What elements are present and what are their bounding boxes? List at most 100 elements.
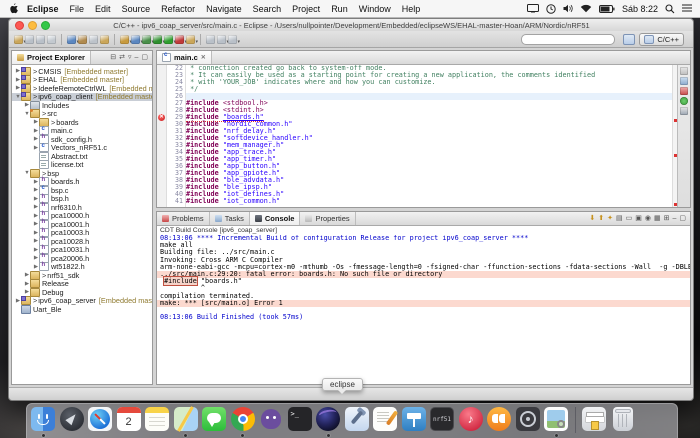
profile-button[interactable]: ▾ <box>175 34 187 44</box>
external-tools-button[interactable]: ▾ <box>186 34 198 44</box>
dock-item-itunes[interactable]: ♪ <box>458 407 483 431</box>
editor-code[interactable]: * connection created go back to system-o… <box>186 65 672 207</box>
collapse-all-icon[interactable]: ⊟ <box>110 54 116 61</box>
tab-properties[interactable]: Properties <box>300 212 356 225</box>
dock-item-github-desktop[interactable] <box>259 407 283 431</box>
tree-item-cmsis[interactable]: ▶ > CMSIS [Embedded master] <box>12 66 152 76</box>
tree-item-wt51822-h[interactable]: ▶wt51822.h <box>12 262 152 272</box>
search-button[interactable] <box>100 34 109 44</box>
dock-item-media-wheel-app[interactable] <box>515 407 540 431</box>
open-perspective-icon[interactable] <box>623 33 636 45</box>
tree-item-bsp-c[interactable]: ▶bsp.c <box>12 185 152 195</box>
forward-button[interactable]: ▾ <box>228 34 240 44</box>
clock-icon[interactable] <box>546 3 556 14</box>
coverage-button[interactable]: ▾ <box>153 34 165 44</box>
dock-item-safari[interactable] <box>88 407 112 431</box>
tree-item-includes[interactable]: ▶ Includes <box>12 100 152 110</box>
tree-item-bsp[interactable]: ▼ > bsp <box>12 168 152 178</box>
menubar-clock[interactable]: Sáb 8:22 <box>622 4 658 14</box>
battery-icon[interactable] <box>598 4 615 13</box>
tree-item-nrf51-sdk[interactable]: ▶ > nrf51_sdk <box>12 270 152 280</box>
tree-item-boards[interactable]: ▶ > boards <box>12 117 152 127</box>
skip-breakpoints-button[interactable]: ▾ <box>67 34 79 44</box>
tree-item-bsp-h[interactable]: ▶bsp.h <box>12 194 152 204</box>
dock-item-maps[interactable] <box>173 407 198 437</box>
menu-item-refactor[interactable]: Refactor <box>161 4 195 14</box>
dock-item-trash[interactable] <box>612 407 633 431</box>
menu-item-window[interactable]: Window <box>359 4 391 14</box>
dock-item-messages[interactable] <box>202 407 226 431</box>
overview-error-mark[interactable] <box>673 202 677 206</box>
dock-item-pages[interactable] <box>373 407 397 431</box>
view-menu-icon[interactable]: ▿ <box>128 54 132 61</box>
error-marker-icon[interactable]: ✕ <box>158 114 165 121</box>
quick-access-field[interactable] <box>521 33 616 45</box>
export-log-icon[interactable]: ▤ <box>616 215 623 222</box>
menu-item-help[interactable]: Help <box>402 4 421 14</box>
dock-item-preview[interactable] <box>544 407 568 437</box>
dock-item-ibooks[interactable] <box>487 407 511 431</box>
dock-item-terminal[interactable]: >_ <box>287 407 312 431</box>
tree-item-ipv6-coap-client[interactable]: ▼>ipv6_coap_client[Embedded master] <box>12 92 152 102</box>
dock-item-chrome[interactable] <box>230 407 255 437</box>
tab-project-explorer[interactable]: Project Explorer <box>12 51 91 64</box>
tree-item-boards-h[interactable]: ▶boards.h <box>12 177 152 187</box>
dock-item-launchpad[interactable] <box>59 407 84 431</box>
tree-item-src[interactable]: ▼ > src <box>12 109 152 119</box>
dock-item-calendar[interactable]: 2 <box>116 407 141 431</box>
tab-console[interactable]: Console <box>249 212 301 225</box>
dock-item-notes[interactable] <box>145 407 169 431</box>
tree-item-pca10003-h[interactable]: ▶pca10003.h <box>12 228 152 238</box>
run-view-icon[interactable] <box>680 97 688 105</box>
display-console-icon[interactable]: ▦ <box>654 215 661 222</box>
tree-item-nrf6310-h[interactable]: ▶nrf6310.h <box>12 202 152 212</box>
display-icon[interactable] <box>526 4 539 13</box>
link-with-editor-icon[interactable]: ⇄ <box>119 54 125 61</box>
dock-item-nrf51-datasheet[interactable]: nrf51 <box>430 407 454 431</box>
overview-error-mark[interactable] <box>673 154 677 158</box>
tree-item-main-c[interactable]: ▶main.c <box>12 126 152 136</box>
minimize-icon[interactable]: – <box>134 54 138 61</box>
editor-overview-ruler[interactable] <box>672 65 677 207</box>
wifi-icon[interactable] <box>580 4 592 13</box>
menu-item-eclipse[interactable]: Eclipse <box>27 4 59 14</box>
tree-item-pca10001-h[interactable]: ▶pca10001.h <box>12 219 152 229</box>
tree-item-ehal[interactable]: ▶ > EHAL [Embedded master] <box>12 75 152 85</box>
minimize-window-button[interactable] <box>28 20 37 30</box>
new-c-project-button[interactable]: ▾ <box>120 34 132 44</box>
scroll-lock-icon[interactable]: ▣ <box>635 215 642 222</box>
tree-item-uart-ble[interactable]: Uart_Ble <box>12 304 152 314</box>
menu-item-run[interactable]: Run <box>331 4 348 14</box>
dropdown-arrow-icon[interactable]: ▾ <box>237 39 240 44</box>
tree-item-vectors-nrf51-c[interactable]: ▶Vectors_nRF51.c <box>12 143 152 153</box>
apple-menu-icon[interactable] <box>9 3 18 14</box>
tree-item-release[interactable]: ▶ Release <box>12 279 152 289</box>
perspective-cc-button[interactable]: C/C++ <box>639 32 684 46</box>
documents-view-icon[interactable] <box>680 107 688 115</box>
show-error-icon[interactable]: ✦ <box>607 215 613 222</box>
close-window-button[interactable] <box>15 20 24 30</box>
menu-item-source[interactable]: Source <box>122 4 151 14</box>
dock-item-downloads-stack[interactable] <box>582 407 606 431</box>
debug-button[interactable]: ▾ <box>142 34 154 44</box>
tree-item-ipv6-coap-server[interactable]: ▶>ipv6_coap_server[Embedded master] <box>12 296 152 306</box>
code-line-41[interactable]: #include "iot_common.h" <box>186 198 672 205</box>
menu-item-search[interactable]: Search <box>253 4 282 14</box>
menu-item-navigate[interactable]: Navigate <box>206 4 242 14</box>
new-cpp-class-button[interactable]: ▾ <box>131 34 143 44</box>
previous-error-icon[interactable]: ⬆ <box>598 215 604 222</box>
close-tab-icon[interactable]: ✕ <box>201 54 206 61</box>
tab-tasks[interactable]: Tasks <box>210 212 250 225</box>
restore-views-icon[interactable] <box>680 67 688 75</box>
console-output[interactable]: 08:13:06 **** Incremental Build of confi… <box>157 235 690 384</box>
save-all-button[interactable] <box>36 34 45 44</box>
tree-item-sdk-config-h[interactable]: ▶sdk_config.h <box>12 134 152 144</box>
menu-item-edit[interactable]: Edit <box>95 4 111 14</box>
open-element-button[interactable] <box>89 34 98 44</box>
spotlight-icon[interactable] <box>665 3 675 14</box>
tree-item-license-txt[interactable]: license.txt <box>12 160 152 170</box>
dropdown-arrow-icon[interactable]: ▾ <box>195 39 198 44</box>
maximize-icon[interactable]: ▢ <box>679 215 686 222</box>
menu-item-file[interactable]: File <box>70 4 85 14</box>
minimize-icon[interactable]: – <box>672 215 676 222</box>
